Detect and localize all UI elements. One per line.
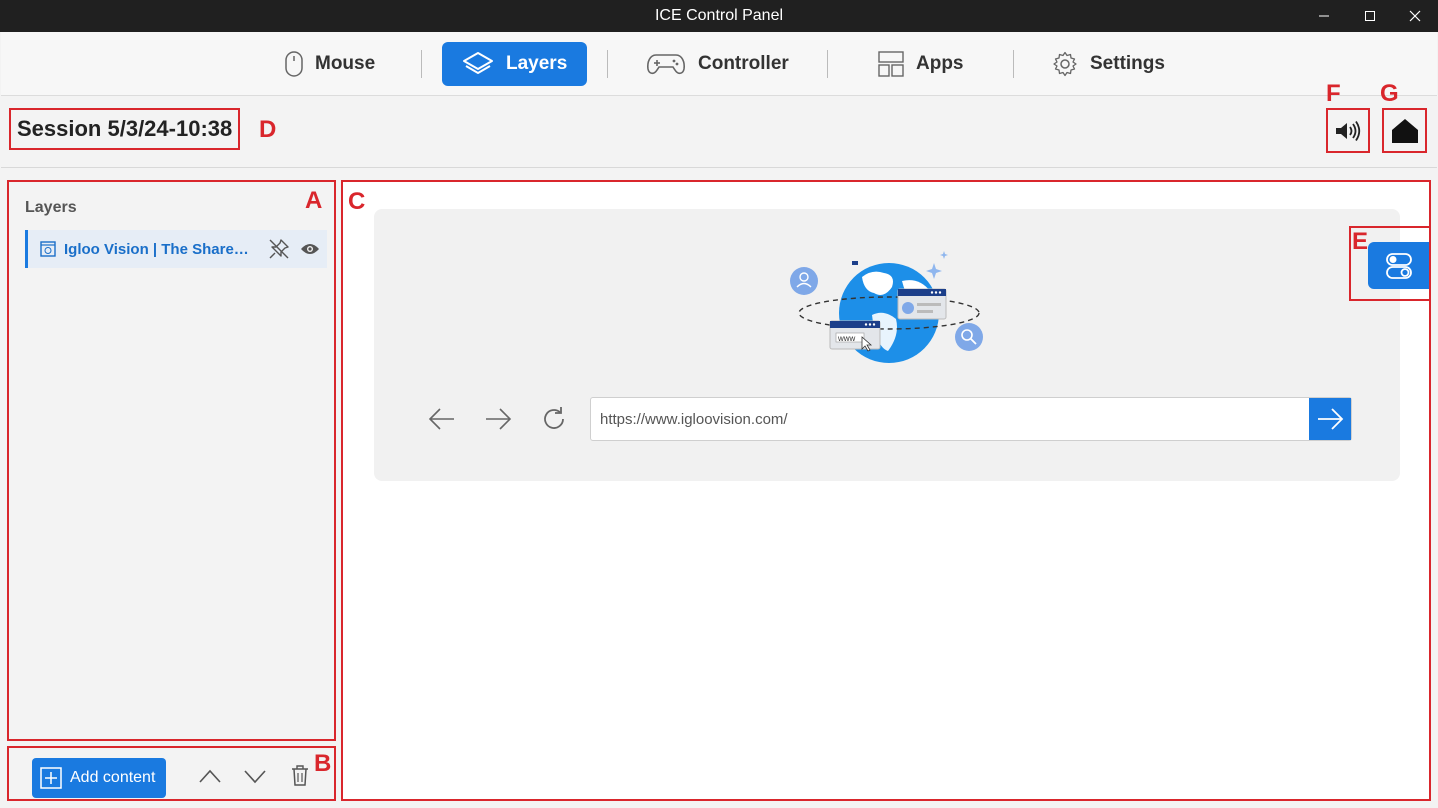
- add-content-button[interactable]: Add content: [32, 758, 166, 798]
- layer-item-label: Igloo Vision | The Shared Immersive Spac…: [64, 240, 254, 258]
- tab-mouse[interactable]: Mouse: [285, 42, 375, 86]
- layers-panel: Layers A Igloo Vision | The Shared Immer…: [7, 180, 336, 741]
- minimize-icon: [1319, 15, 1329, 17]
- web-browser-card: www: [374, 209, 1400, 481]
- tab-settings[interactable]: Settings: [1052, 42, 1165, 86]
- content-panel: C www: [341, 180, 1431, 801]
- window-title: ICE Control Panel: [654, 7, 784, 24]
- annotation-marker-g: G: [1380, 80, 1399, 107]
- annotation-marker-e: E: [1352, 228, 1369, 255]
- home-button[interactable]: [1382, 108, 1427, 153]
- nav-divider: [1013, 50, 1014, 78]
- tab-apps-label: Apps: [916, 53, 964, 74]
- home-icon: [1391, 118, 1418, 143]
- nav-divider: [827, 50, 828, 78]
- layer-item[interactable]: Igloo Vision | The Shared Immersive Spac…: [25, 230, 327, 268]
- maximize-icon: [1365, 11, 1375, 21]
- volume-button[interactable]: [1326, 108, 1370, 153]
- session-title: Session 5/3/24-10:38: [9, 108, 241, 150]
- annotation-marker-d: D: [259, 116, 277, 143]
- close-icon: [1409, 10, 1421, 22]
- gamepad-icon: [647, 54, 685, 75]
- annotation-marker-b: B: [314, 750, 332, 777]
- layers-panel-title: Layers: [25, 199, 77, 216]
- tab-layers-label: Layers: [506, 53, 568, 74]
- trash-icon[interactable]: [290, 764, 310, 786]
- gear-icon: [1053, 51, 1077, 77]
- apps-grid-icon: [878, 51, 904, 77]
- annotation-marker-c: C: [348, 188, 366, 215]
- mouse-icon: [285, 51, 303, 77]
- session-header: Session 5/3/24-10:38 D F G: [1, 80, 1437, 168]
- layers-toolbar: Add content B: [7, 746, 336, 801]
- plus-square-icon: [40, 767, 62, 789]
- url-input[interactable]: [591, 398, 1309, 440]
- main-nav: Mouse Layers Controller Apps Settings: [1, 32, 1437, 96]
- tab-layers[interactable]: Layers: [442, 42, 588, 86]
- close-button[interactable]: [1392, 0, 1438, 32]
- tab-settings-label: Settings: [1090, 53, 1165, 74]
- add-content-label: Add content: [70, 769, 156, 786]
- arrow-right-icon: [486, 408, 512, 430]
- unpin-icon[interactable]: [268, 238, 290, 260]
- arrow-right-icon: [1318, 408, 1344, 430]
- eye-icon[interactable]: [300, 242, 320, 256]
- nav-divider: [421, 50, 422, 78]
- layers-icon: [463, 52, 493, 74]
- browser-back-button[interactable]: [422, 399, 462, 439]
- title-bar: ICE Control Panel: [0, 0, 1438, 32]
- url-go-button[interactable]: [1309, 398, 1351, 440]
- options-toggle-area: E: [1349, 226, 1431, 301]
- url-bar: [590, 397, 1352, 441]
- browser-forward-button[interactable]: [478, 399, 518, 439]
- nav-divider: [607, 50, 608, 78]
- illustration-www-text: www: [837, 334, 856, 343]
- web-page-icon: [40, 241, 56, 257]
- annotation-marker-a: A: [305, 187, 323, 214]
- move-down-icon[interactable]: [243, 768, 267, 784]
- maximize-button[interactable]: [1347, 0, 1393, 32]
- globe-illustration-icon: www: [790, 251, 983, 363]
- refresh-icon: [544, 407, 564, 429]
- browser-reload-button[interactable]: [534, 399, 574, 439]
- tab-controller[interactable]: Controller: [646, 42, 789, 86]
- options-toggle-button[interactable]: [1368, 242, 1429, 289]
- annotation-marker-f: F: [1326, 80, 1341, 107]
- arrow-left-icon: [428, 408, 454, 430]
- tab-mouse-label: Mouse: [315, 53, 376, 74]
- toggle-switch-icon: [1385, 252, 1412, 279]
- move-up-icon[interactable]: [198, 768, 222, 784]
- tab-controller-label: Controller: [698, 53, 789, 74]
- speaker-icon: [1336, 120, 1361, 141]
- minimize-button[interactable]: [1301, 0, 1347, 32]
- tab-apps[interactable]: Apps: [878, 42, 964, 86]
